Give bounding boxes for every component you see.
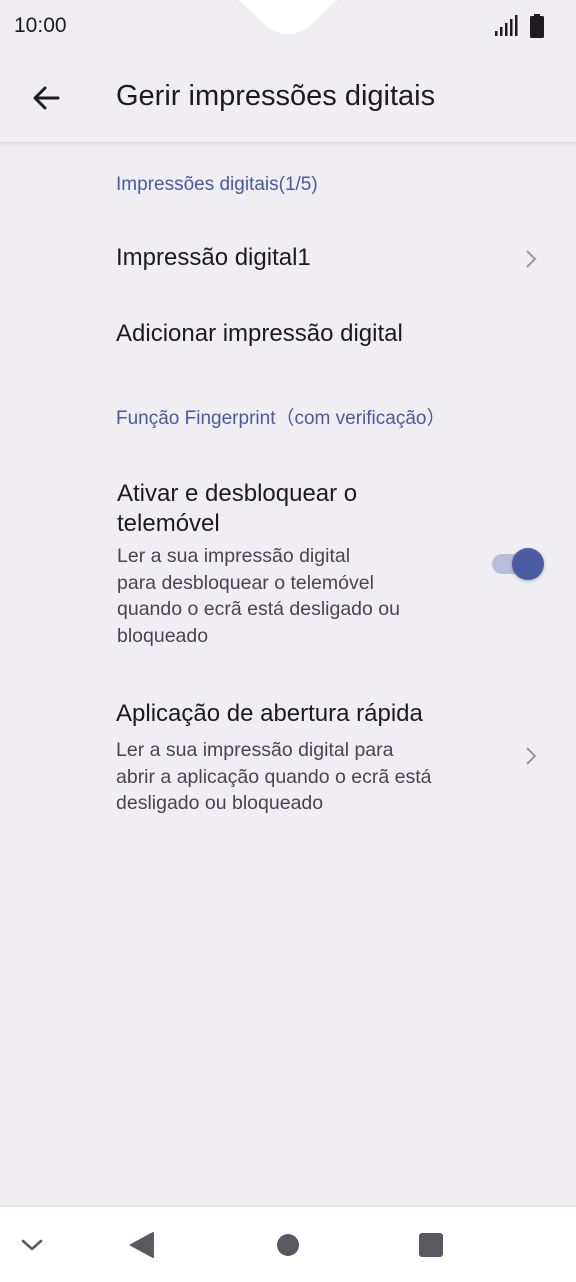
unlock-phone-item[interactable]: Ativar e desbloquear o telemóvel Ler a s…	[0, 473, 576, 653]
chevron-down-icon	[21, 1239, 43, 1251]
unlock-description-line4: bloqueado	[117, 624, 209, 647]
chevron-right-icon	[526, 747, 537, 765]
unlock-toggle[interactable]	[492, 547, 546, 581]
battery-icon	[530, 14, 544, 38]
unlock-title-line2: telemóvel	[117, 510, 220, 537]
section-header-fingerprints: Impressões digitais(1/5)	[116, 174, 318, 195]
quick-open-description-line2: abrir a aplicação quando o ecrã está	[116, 765, 432, 788]
unlock-title-line1: Ativar e desbloquear o	[117, 480, 358, 507]
camera-notch	[237, 0, 339, 34]
top-app-bar: Gerir impressões digitais	[0, 56, 576, 143]
navigation-bar	[0, 1206, 576, 1282]
recents-square-icon	[419, 1233, 443, 1257]
quick-open-description-line1: Ler a sua impressão digital para	[116, 739, 394, 761]
add-fingerprint-item[interactable]: Adicionar impressão digital	[0, 306, 576, 366]
unlock-description-line2: para desbloquear o telemóvel	[117, 571, 374, 594]
page-title: Gerir impressões digitais	[116, 80, 436, 112]
fingerprint-item-label: Impressão digital1	[116, 244, 311, 271]
arrow-left-icon	[33, 86, 60, 110]
unlock-description-line1: Ler a sua impressão digital	[117, 545, 351, 567]
toggle-thumb	[512, 548, 544, 580]
quick-open-title: Aplicação de abertura rápida	[116, 700, 423, 727]
nav-back-button[interactable]	[122, 1225, 162, 1265]
hide-nav-button[interactable]	[12, 1225, 52, 1265]
unlock-description-line3: quando o ecrã está desligado ou	[117, 598, 400, 620]
home-circle-icon	[277, 1234, 299, 1256]
status-bar: 10:00	[0, 0, 576, 56]
back-button[interactable]	[20, 72, 72, 124]
status-time: 10:00	[14, 14, 67, 37]
phone-screen: 10:00 Gerir impressões digitais Impressõ…	[0, 0, 576, 1282]
quick-open-app-item[interactable]: Aplicação de abertura rápida Ler a sua i…	[0, 693, 576, 823]
back-triangle-icon	[130, 1232, 154, 1258]
nav-home-button[interactable]	[268, 1225, 308, 1265]
section-header-function: Função Fingerprint（com verificação）	[116, 408, 446, 429]
chevron-right-icon	[526, 250, 537, 268]
add-fingerprint-label: Adicionar impressão digital	[116, 320, 403, 347]
signal-icon	[495, 15, 518, 36]
nav-recents-button[interactable]	[411, 1225, 451, 1265]
fingerprint-item[interactable]: Impressão digital1	[0, 229, 576, 289]
quick-open-description-line3: desligado ou bloqueado	[116, 792, 324, 814]
